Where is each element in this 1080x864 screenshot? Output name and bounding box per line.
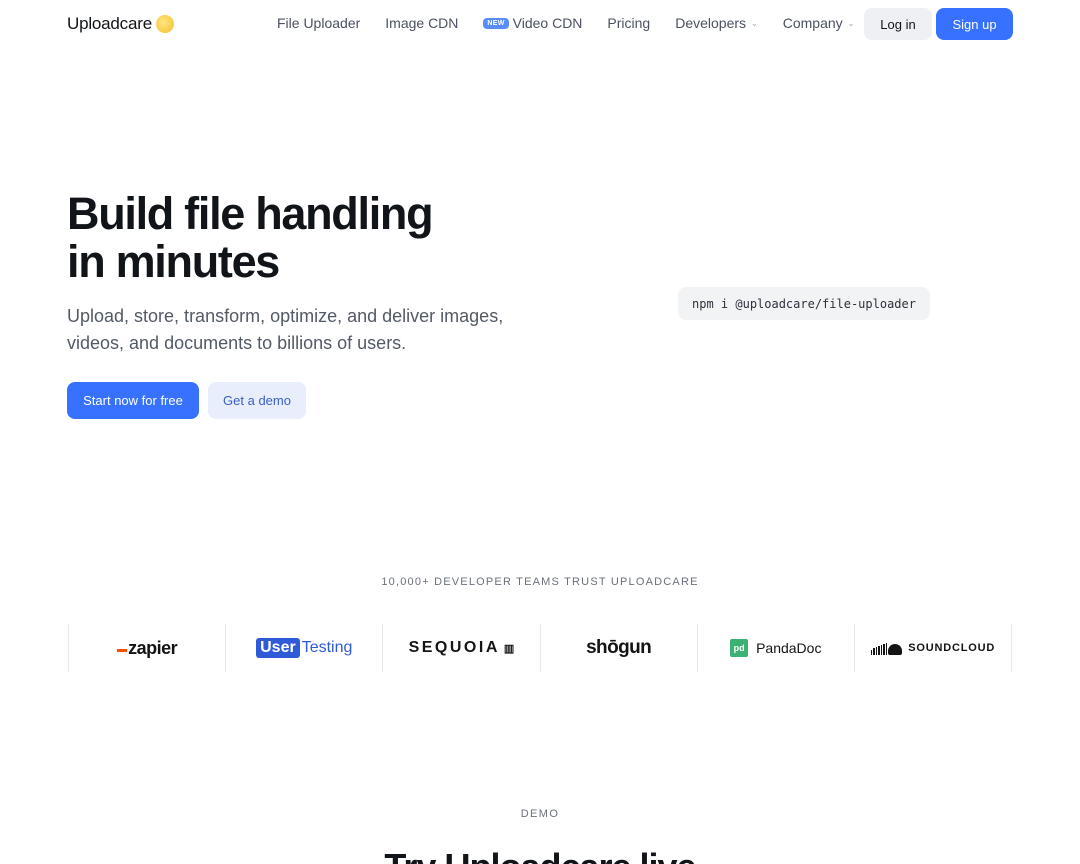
nav-item-company[interactable]: Company ⌄ (783, 15, 855, 31)
nav-label: Developers (675, 15, 747, 31)
main-nav: File Uploader Image CDN NEW Video CDN Pr… (277, 15, 879, 31)
nav-item-video-cdn[interactable]: NEW Video CDN (483, 15, 582, 31)
hero-subtitle: Upload, store, transform, optimize, and … (67, 306, 504, 353)
logo-cell-pandadoc: pd PandaDoc (696, 624, 854, 672)
new-badge: NEW (483, 17, 509, 29)
nav-label: Video CDN (512, 15, 583, 31)
demo-title: Try Uploadcare live (0, 846, 1080, 864)
customer-logos: zapier User Testing SEQUOIA ▥ shōgun pd … (68, 624, 1013, 672)
sequoia-logo: SEQUOIA ▥ (408, 639, 515, 656)
nav-label: Company (782, 15, 843, 31)
usertesting-box: User (256, 638, 300, 658)
site-header: Uploadcare File Uploader Image CDN NEW V… (0, 0, 1080, 48)
install-command[interactable]: npm i @uploadcare/file-uploader (678, 287, 930, 320)
logo-cell-soundcloud: SOUNDCLOUD (853, 624, 1013, 672)
logo-sun-icon (155, 15, 174, 33)
pandadoc-logo: pd PandaDoc (730, 639, 821, 657)
nav-item-pricing[interactable]: Pricing (607, 15, 650, 31)
hero-title: Build file handling in minutes (67, 190, 487, 286)
pandadoc-mark-icon: pd (730, 639, 749, 657)
logo-cell-sequoia: SEQUOIA ▥ (382, 624, 539, 672)
trust-heading: 10,000+ DEVELOPER TEAMS TRUST UPLOADCARE (381, 576, 699, 588)
login-button[interactable]: Log in (864, 8, 932, 40)
nav-item-file-uploader[interactable]: File Uploader (277, 15, 360, 31)
logo-cell-shogun: shōgun (539, 624, 697, 672)
zapier-bar-icon (117, 649, 128, 653)
nav-label: Image CDN (385, 15, 459, 31)
uploadcare-logo[interactable]: Uploadcare (67, 14, 174, 34)
logo-cell-zapier: zapier (68, 624, 225, 672)
chevron-down-icon: ⌄ (847, 18, 855, 28)
usertesting-logo: User Testing (256, 638, 352, 658)
start-free-button[interactable]: Start now for free (67, 382, 199, 419)
soundcloud-logo: SOUNDCLOUD (870, 641, 995, 655)
nav-item-image-cdn[interactable]: Image CDN (385, 15, 458, 31)
logo-cell-usertesting: User Testing (225, 624, 382, 672)
nav-label: Pricing (607, 15, 651, 31)
get-demo-button[interactable]: Get a demo (208, 382, 306, 419)
chevron-down-icon: ⌄ (751, 18, 758, 28)
shogun-logo: shōgun (586, 637, 652, 658)
demo-label: DEMO (520, 808, 560, 820)
sequoia-mark-icon: ▥ (503, 642, 515, 655)
logo-text: Uploadcare (67, 14, 152, 33)
nav-label: File Uploader (277, 15, 361, 31)
usertesting-text: Testing (301, 639, 353, 656)
zapier-logo: zapier (117, 638, 178, 659)
nav-item-developers[interactable]: Developers ⌄ (675, 15, 758, 31)
soundcloud-cloud-icon (870, 641, 903, 655)
hero-title-line-2: in minutes (67, 236, 280, 287)
hero-title-line-1: Build file handling (67, 188, 434, 239)
signup-button[interactable]: Sign up (936, 8, 1013, 40)
